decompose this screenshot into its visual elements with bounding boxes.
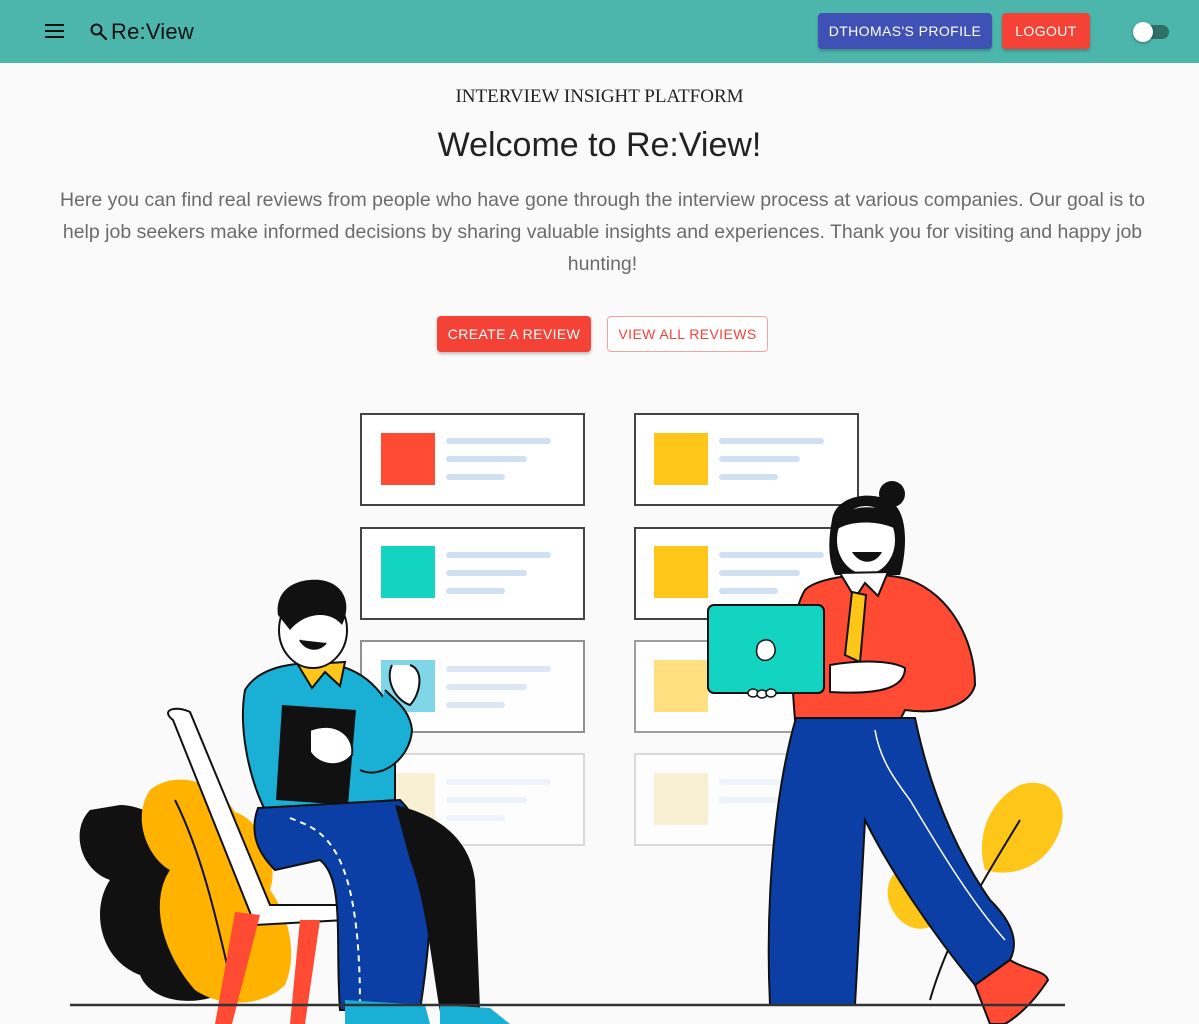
toggle-thumb <box>1133 22 1153 42</box>
brand-logo[interactable]: Re:View <box>88 17 194 47</box>
menu-button[interactable] <box>37 16 73 46</box>
create-review-button[interactable]: CREATE A REVIEW <box>437 316 591 352</box>
page-title: Welcome to Re:View! <box>437 126 762 164</box>
hero-illustration <box>70 413 1065 1024</box>
app-bar: Re:View DTHOMAS'S PROFILE LOGOUT <box>0 0 1199 63</box>
search-refresh-icon <box>90 23 108 41</box>
platform-tagline: INTERVIEW INSIGHT PLATFORM <box>455 86 744 107</box>
logout-button[interactable]: LOGOUT <box>1002 13 1090 49</box>
menu-icon <box>45 24 64 38</box>
view-all-reviews-button[interactable]: VIEW ALL REVIEWS <box>607 316 768 352</box>
dark-mode-toggle[interactable] <box>1133 21 1171 43</box>
profile-button[interactable]: DTHOMAS'S PROFILE <box>818 13 992 49</box>
brand-name: Re:View <box>111 19 194 44</box>
intro-text: Here you can find real reviews from peop… <box>60 189 1145 275</box>
moon-icon <box>1109 23 1117 39</box>
